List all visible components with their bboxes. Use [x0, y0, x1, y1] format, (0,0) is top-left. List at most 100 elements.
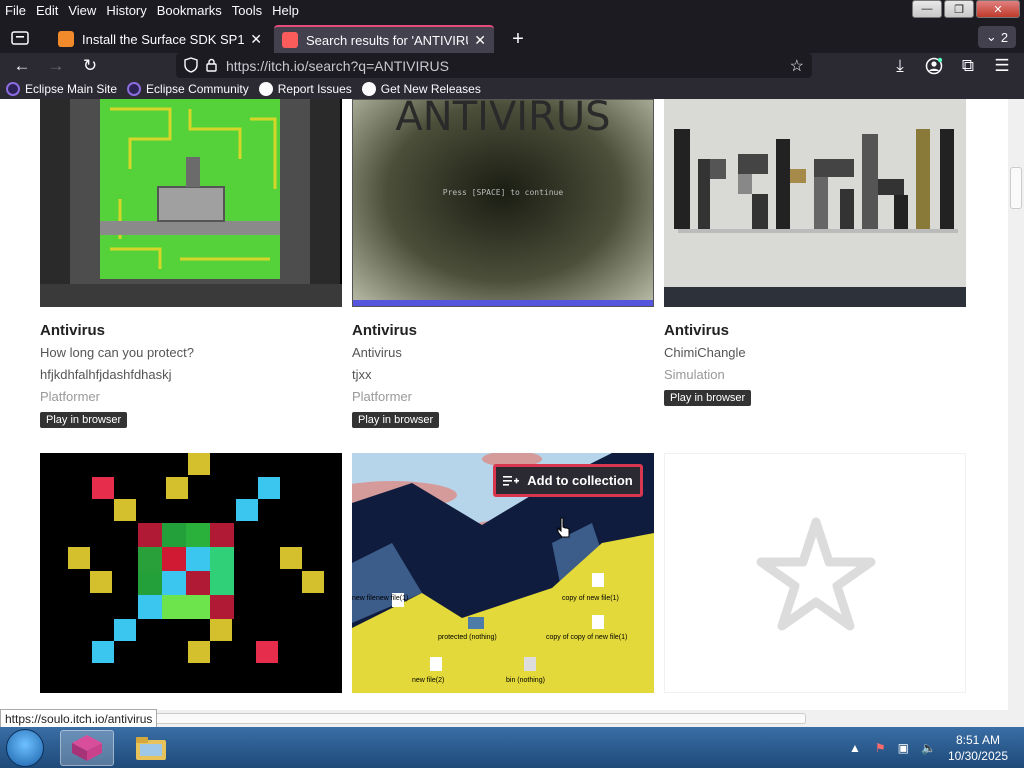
game-genre: Simulation [664, 367, 725, 382]
desktop-icon-label: new file(1) [376, 595, 409, 602]
menu-help[interactable]: Help [272, 3, 299, 18]
thumbnail-bar [353, 300, 653, 306]
game-title[interactable]: Antivirus [40, 322, 105, 339]
thumbnail-title-text: ANTIVIRUS [395, 99, 611, 140]
add-to-list-icon [503, 475, 520, 486]
url-text: https://itch.io/search?q=ANTIVIRUS [226, 57, 449, 74]
game-author[interactable]: ChimiChangle [664, 345, 746, 360]
tab-count: 2 [1000, 29, 1009, 45]
game-thumbnail[interactable] [40, 99, 342, 307]
close-window-button[interactable]: ✕ [976, 0, 1020, 18]
action-center-flag-icon[interactable]: ⚑ [875, 741, 886, 755]
github-icon [258, 81, 273, 96]
desktop-icon-label: new file(2) [412, 677, 445, 684]
minimize-button[interactable]: — [912, 0, 942, 18]
bookmark-label: Report Issues [277, 81, 352, 96]
lock-icon[interactable] [206, 58, 217, 72]
game-description: Antivirus [352, 345, 402, 360]
taskbar-file-explorer[interactable] [124, 730, 178, 766]
extensions-puzzle-icon[interactable]: ⧉ [956, 54, 980, 78]
game-author[interactable]: tjxx [352, 367, 372, 382]
game-title[interactable]: Antivirus [352, 322, 417, 339]
tab-surface-sdk[interactable]: Install the Surface SDK SP1 Work ✕ [50, 25, 270, 53]
desktop-icon-label: copy of copy of new file(1) [546, 634, 628, 641]
game-thumbnail-placeholder[interactable] [664, 453, 966, 693]
hamburger-menu-icon[interactable]: ☰ [990, 54, 1014, 78]
desktop-icon-label: copy of new file(1) [562, 595, 619, 602]
tab-title: Install the Surface SDK SP1 Work [82, 31, 245, 47]
mouse-pointer-icon [557, 517, 570, 538]
tab-count-button[interactable]: ⌄ 2 [978, 26, 1016, 48]
github-icon [361, 81, 376, 96]
add-to-collection-label: Add to collection [527, 473, 633, 488]
menu-bookmarks[interactable]: Bookmarks [157, 3, 222, 18]
bookmark-eclipse-community[interactable]: Eclipse Community [127, 81, 249, 96]
play-in-browser-badge: Play in browser [40, 412, 128, 428]
network-icon[interactable]: ▣ [898, 741, 909, 755]
game-thumbnail[interactable] [664, 99, 966, 307]
volume-muted-icon[interactable]: 🔈 [921, 741, 936, 755]
game-author[interactable]: hfjkdhfalhfjdashfdhaskj [40, 367, 172, 382]
close-tab-icon[interactable]: ✕ [250, 31, 262, 48]
account-icon[interactable] [922, 54, 946, 78]
game-thumbnail[interactable] [40, 453, 342, 693]
bookmark-label: Eclipse Community [146, 81, 249, 96]
shield-icon[interactable] [184, 57, 198, 73]
bookmarks-toolbar: Eclipse Main Site Eclipse Community Repo… [0, 78, 1024, 99]
game-thumbnail[interactable]: ANTIVIRUS Press [SPACE] to continue [352, 99, 654, 307]
taskbar-firefox[interactable] [60, 730, 114, 766]
clock-time: 8:51 AM [955, 732, 1000, 747]
bookmark-get-new-releases[interactable]: Get New Releases [361, 81, 481, 96]
taskbar: ▲ ⚑ ▣ 🔈 8:51 AM 10/30/2025 [0, 727, 1024, 768]
clock-date: 10/30/2025 [947, 748, 1008, 763]
menu-edit[interactable]: Edit [36, 3, 58, 18]
status-link-url: https://soulo.itch.io/antivirus [0, 709, 158, 729]
game-description: How long can you protect? [40, 345, 194, 360]
game-genre: Platformer [40, 389, 100, 404]
eclipse-icon [127, 81, 142, 96]
window-controls: — ❐ ✕ [912, 0, 1020, 18]
start-button[interactable] [6, 729, 44, 767]
menu-view[interactable]: View [68, 3, 96, 18]
menu-history[interactable]: History [106, 3, 146, 18]
forward-arrow-icon[interactable]: → [44, 54, 68, 78]
tab-itch-search[interactable]: Search results for 'ANTIVIRUS' - ✕ [274, 25, 494, 53]
address-bar[interactable]: https://itch.io/search?q=ANTIVIRUS ☆ [176, 53, 812, 78]
tab-title: Search results for 'ANTIVIRUS' - [306, 32, 468, 48]
menu-file[interactable]: File [5, 3, 26, 18]
download-icon[interactable]: ⤓ [888, 54, 912, 78]
tray-expand-icon[interactable]: ▲ [849, 741, 861, 755]
bookmark-report-issues[interactable]: Report Issues [258, 81, 352, 96]
clock[interactable]: 8:51 AM 10/30/2025 [948, 732, 1008, 764]
close-tab-icon[interactable]: ✕ [474, 32, 486, 49]
bookmark-label: Get New Releases [380, 81, 481, 96]
tab-favicon-icon [58, 31, 74, 47]
tab-list-icon[interactable] [6, 26, 34, 50]
page-content: Antivirus How long can you protect? hfjk… [0, 99, 1008, 710]
menu-tools[interactable]: Tools [232, 3, 262, 18]
game-title[interactable]: Antivirus [664, 322, 729, 339]
play-in-browser-badge: Play in browser [664, 390, 752, 406]
bookmark-eclipse-main[interactable]: Eclipse Main Site [6, 81, 118, 96]
vertical-scrollbar[interactable] [1008, 99, 1024, 710]
thumbnail-prompt-text: Press [SPACE] to continue [442, 188, 564, 197]
reload-icon[interactable]: ↻ [78, 54, 102, 78]
maximize-button[interactable]: ❐ [944, 0, 974, 18]
bookmark-label: Eclipse Main Site [25, 81, 118, 96]
bookmark-star-icon[interactable]: ☆ [790, 56, 804, 76]
play-in-browser-badge: Play in browser [352, 412, 440, 428]
eclipse-icon [6, 81, 20, 96]
system-tray: ▲ ⚑ ▣ 🔈 8:51 AM 10/30/2025 [849, 727, 1024, 768]
back-arrow-icon[interactable]: ← [10, 54, 34, 78]
app-window-icon [72, 735, 102, 761]
menu-bar: File Edit View History Bookmarks Tools H… [0, 0, 1024, 21]
star-placeholder-icon [756, 517, 876, 631]
tab-bar: Install the Surface SDK SP1 Work ✕ Searc… [0, 21, 1024, 53]
new-tab-plus-icon[interactable]: + [506, 27, 530, 51]
itch-favicon-icon [282, 32, 298, 48]
add-to-collection-button[interactable]: Add to collection [493, 464, 643, 497]
scrollbar-thumb[interactable] [1010, 167, 1022, 209]
desktop-icon-label: bin (nothing) [506, 677, 545, 684]
game-genre: Platformer [352, 389, 412, 404]
chevron-down-icon: ⌄ [985, 29, 997, 44]
